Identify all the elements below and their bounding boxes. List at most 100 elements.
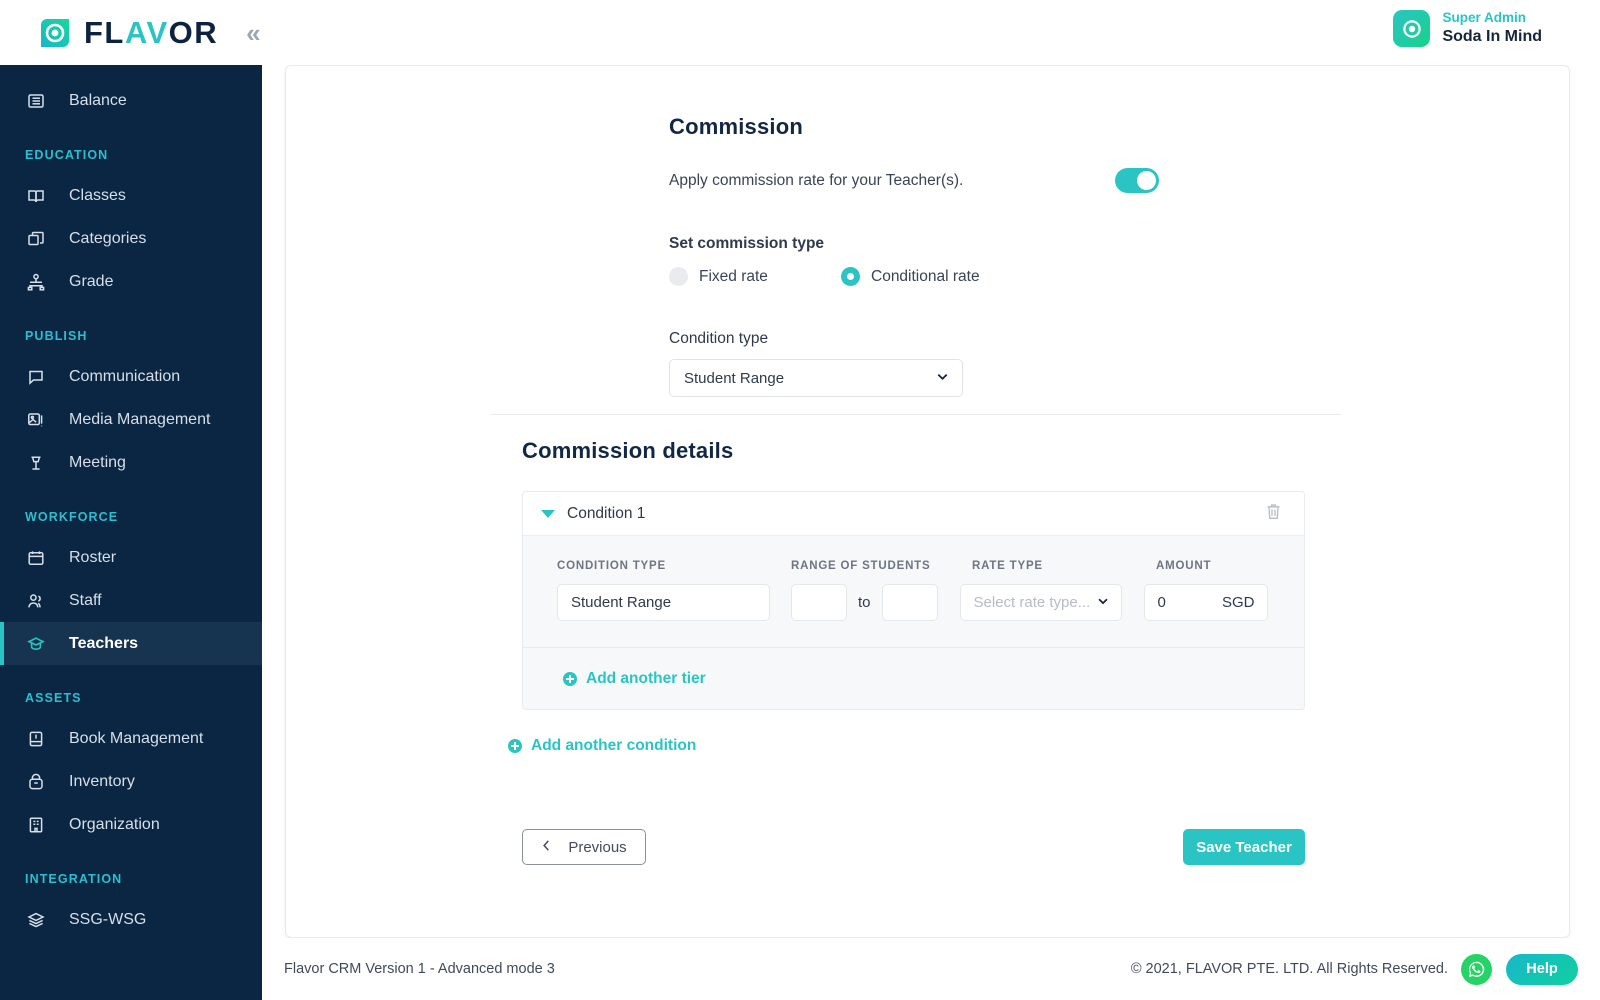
amount-value: 0 [1157, 594, 1166, 611]
radio-conditional-rate[interactable]: Conditional rate [841, 267, 980, 286]
sidebar-item-teachers[interactable]: Teachers [0, 622, 262, 665]
sidebar-item-balance[interactable]: Balance [0, 79, 262, 122]
sidebar-item-label: Categories [69, 229, 147, 247]
page-title: Commission [669, 114, 804, 139]
ssg-wsg-icon [25, 909, 47, 931]
footer: Flavor CRM Version 1 - Advanced mode 3 ©… [262, 938, 1600, 1000]
sidebar-item-meeting[interactable]: Meeting [0, 441, 262, 484]
user-menu[interactable]: Super Admin Soda In Mind [1393, 10, 1542, 47]
help-label: Help [1526, 961, 1558, 977]
help-button[interactable]: Help [1506, 953, 1578, 985]
condition-title: Condition 1 [567, 504, 646, 522]
add-another-condition-label: Add another condition [531, 737, 697, 754]
categories-icon [25, 228, 47, 250]
sidebar-item-communication[interactable]: Communication [0, 355, 262, 398]
user-name: Soda In Mind [1442, 27, 1542, 45]
sidebar-item-book-management[interactable]: Book Management [0, 717, 262, 760]
chevron-down-icon[interactable] [541, 509, 555, 518]
apply-commission-row: Apply commission rate for your Teacher(s… [669, 168, 1159, 193]
meeting-icon [25, 452, 47, 474]
sidebar-item-categories[interactable]: Categories [0, 217, 262, 260]
brand-logo[interactable]: FL AV OR « [0, 16, 261, 50]
condition-type-label: Condition type [669, 330, 769, 347]
save-teacher-label: Save Teacher [1196, 838, 1292, 856]
col-range-of-students: RANGE OF STUDENTS [791, 560, 931, 572]
sidebar-item-organization[interactable]: Organization [0, 803, 262, 846]
staff-icon [25, 590, 47, 612]
column-headers: CONDITION TYPE RANGE OF STUDENTS RATE TY… [557, 560, 1270, 572]
action-bar: Previous Save Teacher [522, 829, 1305, 865]
trash-icon[interactable] [1265, 502, 1282, 526]
app-root: FL AV OR « Super Admin Soda In Mind Bala… [0, 0, 1600, 1000]
flavor-logo-icon [38, 16, 72, 50]
teachers-icon [25, 633, 47, 655]
sidebar-item-label: Balance [69, 91, 127, 109]
rate-type-select[interactable]: Select rate type... [959, 584, 1122, 621]
previous-label: Previous [568, 838, 627, 856]
sidebar-item-label: Classes [69, 186, 126, 204]
amount-input-wrap[interactable]: 0 SGD [1143, 584, 1268, 621]
roster-icon [25, 547, 47, 569]
add-another-tier-button[interactable]: Add another tier [563, 670, 706, 688]
sidebar-item-roster[interactable]: Roster [0, 536, 262, 579]
condition-type-select[interactable]: Student Range [669, 359, 963, 397]
sidebar-item-partial[interactable] [0, 69, 262, 79]
sidebar-item-ssg-wsg[interactable]: SSG-WSG [0, 898, 262, 941]
inventory-icon [25, 771, 47, 793]
condition-footer: Add another tier [523, 647, 1304, 709]
avatar [1393, 10, 1431, 47]
commission-type-radio-group: Fixed rate Conditional rate [669, 267, 1369, 286]
sidebar-item-label: Staff [69, 591, 102, 609]
sidebar: Balance EDUCATION Classes Categories Gra… [0, 65, 262, 1000]
main-content: Commission Apply commission rate for you… [262, 65, 1600, 1000]
sidebar-item-grade[interactable]: Grade [0, 260, 262, 303]
condition-body: CONDITION TYPE RANGE OF STUDENTS RATE TY… [523, 536, 1304, 647]
apply-commission-label: Apply commission rate for your Teacher(s… [669, 171, 964, 189]
condition-type-input[interactable]: Student Range [557, 584, 770, 621]
radio-fixed-rate[interactable]: Fixed rate [669, 267, 841, 286]
rate-type-placeholder: Select rate type... [973, 594, 1091, 611]
range-to-input[interactable] [881, 584, 938, 621]
collapse-sidebar-icon[interactable]: « [246, 20, 260, 46]
sidebar-item-label: Media Management [69, 410, 211, 428]
brand-part-3: OR [168, 15, 219, 50]
brand-part-1: FL [84, 15, 125, 50]
brand-part-2: AV [124, 15, 169, 50]
sidebar-group-assets: ASSETS [25, 691, 82, 705]
communication-icon [25, 366, 47, 388]
sidebar-group-integration: INTEGRATION [25, 872, 123, 886]
plus-circle-icon [508, 739, 522, 753]
sidebar-item-classes[interactable]: Classes [0, 174, 262, 217]
brand-wordmark: FL AV OR [84, 17, 218, 48]
sidebar-item-staff[interactable]: Staff [0, 579, 262, 622]
col-rate-type: RATE TYPE [972, 560, 1043, 572]
apply-commission-toggle[interactable] [1115, 168, 1159, 193]
user-info: Super Admin Soda In Mind [1442, 10, 1542, 47]
save-teacher-button[interactable]: Save Teacher [1183, 829, 1305, 865]
chevron-down-icon [1096, 594, 1110, 612]
sidebar-item-label: Inventory [69, 772, 135, 790]
previous-button[interactable]: Previous [522, 829, 646, 865]
commission-card: Commission Apply commission rate for you… [285, 65, 1570, 938]
whatsapp-icon[interactable] [1461, 953, 1492, 985]
range-to-word: to [858, 594, 871, 611]
sidebar-group-publish: PUBLISH [25, 329, 88, 343]
sidebar-item-media-management[interactable]: Media Management [0, 398, 262, 441]
add-another-condition-button[interactable]: Add another condition [508, 737, 696, 755]
media-management-icon [25, 409, 47, 431]
balance-icon [25, 90, 47, 112]
sidebar-item-label: Communication [69, 367, 181, 385]
sidebar-item-inventory[interactable]: Inventory [0, 760, 262, 803]
range-of-students-group: to [791, 584, 938, 621]
col-amount: AMOUNT [1156, 560, 1212, 572]
condition-header-left: Condition 1 [541, 505, 645, 523]
commission-section: Commission Apply commission rate for you… [669, 114, 1369, 397]
commission-details-section: Commission details Condition 1 CONDITION… [508, 438, 1322, 758]
sidebar-item-label: Book Management [69, 729, 204, 747]
sidebar-item-label: Organization [69, 815, 160, 833]
sidebar-item-label: Grade [69, 272, 114, 290]
add-another-tier-label: Add another tier [586, 669, 706, 687]
sidebar-item-label: SSG-WSG [69, 910, 147, 928]
condition-type-input-value: Student Range [571, 594, 672, 611]
range-from-input[interactable] [791, 584, 847, 621]
